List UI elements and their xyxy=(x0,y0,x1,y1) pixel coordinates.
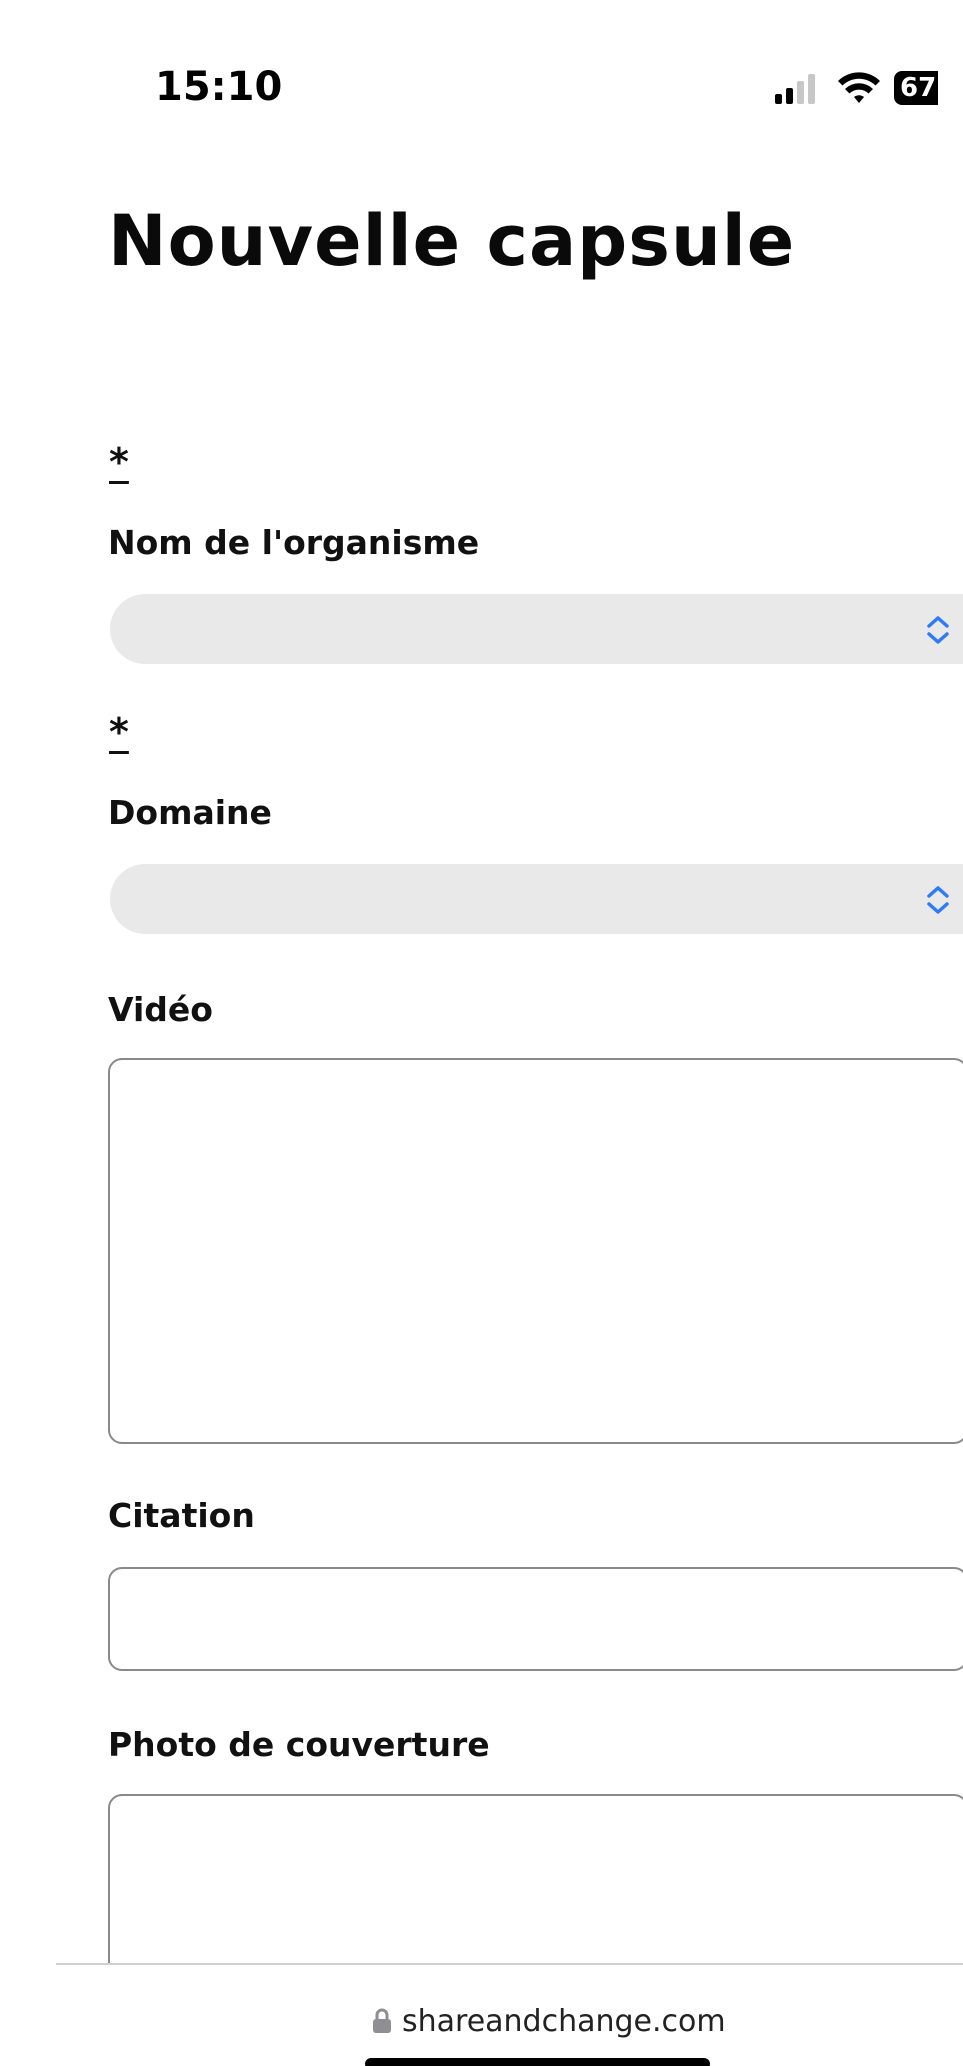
video-label: Vidéo xyxy=(108,990,213,1029)
domaine-label: Domaine xyxy=(108,793,272,832)
battery-icon: 67 xyxy=(894,71,938,105)
divider xyxy=(56,1963,963,1965)
video-textarea[interactable] xyxy=(108,1058,963,1444)
chevron-up-down-icon xyxy=(927,886,949,914)
chevron-up-down-icon xyxy=(927,616,949,644)
wifi-icon xyxy=(838,72,880,103)
domaine-select[interactable] xyxy=(110,864,963,934)
home-indicator xyxy=(365,2058,710,2066)
organisme-label: Nom de l'organisme xyxy=(108,523,480,562)
required-marker: * xyxy=(109,710,129,754)
status-icons: 67 xyxy=(775,71,963,112)
signal-icon xyxy=(775,74,815,104)
screen: 15:10 67 Nouvelle capsule * Nom de l'org… xyxy=(0,0,963,2066)
status-time: 15:10 xyxy=(155,64,283,110)
address-bar[interactable]: shareandchange.com xyxy=(372,2001,726,2041)
citation-input[interactable] xyxy=(108,1567,963,1671)
lock-icon xyxy=(373,2008,391,2033)
required-marker: * xyxy=(109,440,129,484)
citation-label: Citation xyxy=(108,1496,255,1535)
browser-bottom-bar: shareandchange.com xyxy=(0,1963,963,2066)
photo-label: Photo de couverture xyxy=(108,1725,490,1764)
organisme-select[interactable] xyxy=(110,594,963,664)
page-title: Nouvelle capsule xyxy=(108,200,796,282)
url-text: shareandchange.com xyxy=(402,2003,726,2039)
